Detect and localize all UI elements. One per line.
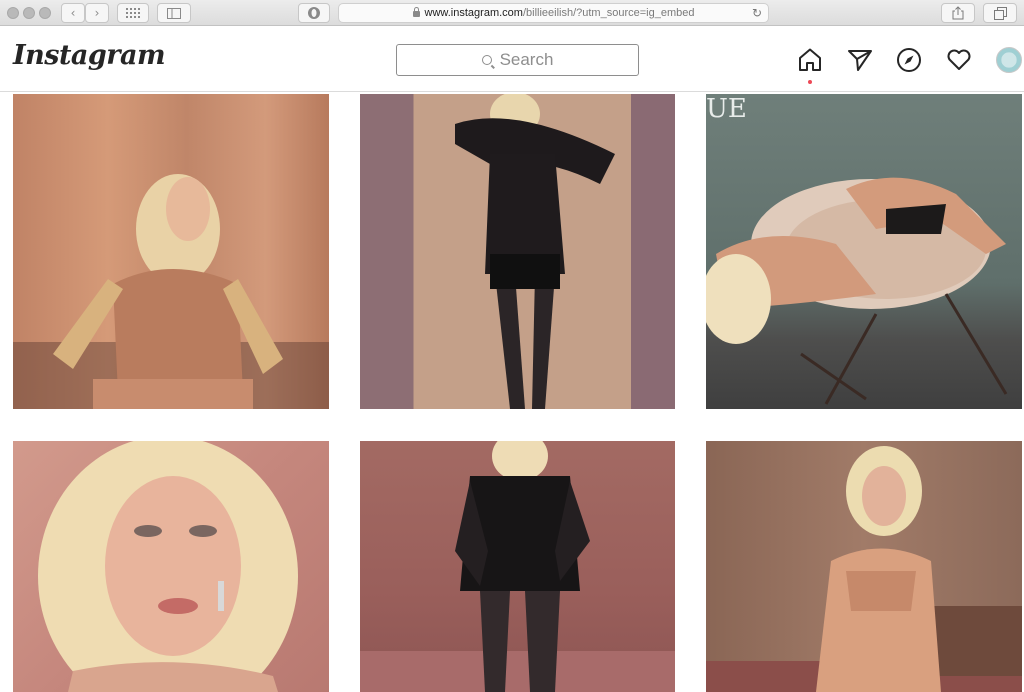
post-4[interactable] — [13, 441, 329, 692]
share-button[interactable] — [941, 3, 975, 23]
post-5[interactable] — [360, 441, 675, 692]
post-1-figure — [13, 174, 329, 409]
lock-icon — [412, 7, 420, 17]
instagram-header: Instagram Search — [0, 26, 1024, 92]
close-window-button[interactable] — [7, 7, 19, 19]
direct-message-icon[interactable] — [847, 47, 873, 73]
chevron-left-icon: ‹ — [70, 6, 76, 20]
search-input[interactable]: Search — [396, 44, 639, 76]
address-bar[interactable]: www.instagram.com/billieeilish/?utm_sour… — [338, 3, 769, 23]
notification-dot — [808, 80, 812, 84]
sidebar-toggle-button[interactable] — [157, 3, 191, 23]
home-icon[interactable] — [797, 47, 823, 73]
zoom-window-button[interactable] — [39, 7, 51, 19]
url-path: /billieeilish/?utm_source=ig_embed — [522, 7, 695, 19]
forward-button[interactable]: › — [85, 3, 109, 23]
post-6-figure — [706, 446, 1022, 692]
search-placeholder: Search — [499, 50, 554, 69]
top-sites-button[interactable] — [117, 3, 149, 23]
post-6[interactable] — [706, 441, 1022, 692]
extension-button[interactable] — [298, 3, 330, 23]
tabs-overview-button[interactable] — [983, 3, 1017, 23]
activity-heart-icon[interactable] — [946, 47, 972, 73]
chevron-right-icon: › — [94, 6, 100, 20]
share-icon — [952, 6, 964, 20]
profile-avatar[interactable] — [996, 47, 1022, 73]
opera-extension-icon — [308, 7, 320, 19]
post-4-figure — [38, 441, 298, 692]
sidebar-icon — [167, 7, 181, 19]
instagram-logo[interactable]: Instagram — [13, 40, 166, 71]
post-5-figure — [360, 441, 675, 692]
post-2[interactable] — [360, 94, 675, 409]
browser-toolbar: ‹ › www.instagram.com/billieeilish/?utm_… — [0, 0, 1024, 26]
post-1[interactable] — [13, 94, 329, 409]
explore-icon[interactable] — [896, 47, 922, 73]
reload-icon[interactable]: ↻ — [752, 6, 762, 20]
post-3-figure — [706, 177, 1008, 405]
search-icon — [481, 55, 492, 65]
back-button[interactable]: ‹ — [61, 3, 85, 23]
post-3[interactable]: UE — [706, 94, 1022, 409]
tabs-icon — [993, 6, 1007, 20]
grid-icon — [126, 8, 140, 18]
post-2-figure — [455, 94, 615, 409]
minimize-window-button[interactable] — [23, 7, 35, 19]
url-domain: www.instagram.com — [424, 7, 523, 19]
